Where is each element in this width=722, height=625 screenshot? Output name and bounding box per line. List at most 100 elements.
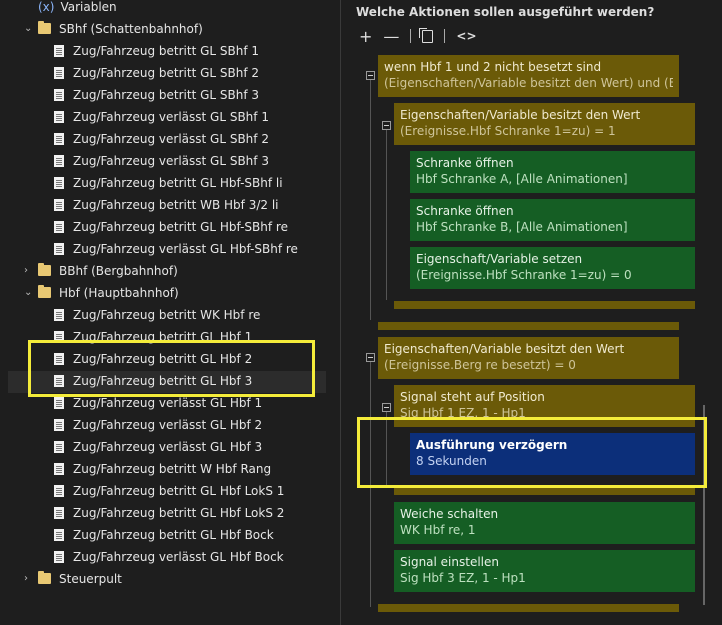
tree-item-label: Zug/Fahrzeug verlässt GL Hbf 1	[73, 396, 263, 410]
document-icon	[54, 199, 64, 211]
tree-item-trigger[interactable]: Zug/Fahrzeug betritt GL SBhf 3	[54, 84, 259, 106]
group-end-bar	[394, 487, 695, 495]
tree-item-label: Zug/Fahrzeug betritt W Hbf Rang	[73, 462, 272, 476]
group-end-bar	[378, 322, 679, 330]
tree-connector-line	[370, 80, 371, 320]
tree-item-trigger[interactable]: Zug/Fahrzeug verlässt GL Hbf-SBhf re	[54, 238, 298, 260]
tree-folder[interactable]: ⌄ Hbf (Hauptbahnhof)	[24, 282, 179, 304]
action-title: Eigenschaft/Variable setzen	[416, 252, 583, 266]
tree-item-trigger[interactable]: Zug/Fahrzeug betritt WK Hbf re	[54, 304, 260, 326]
tree-item-label: Zug/Fahrzeug betritt WK Hbf re	[73, 308, 261, 322]
tree-item-trigger[interactable]: Zug/Fahrzeug betritt GL Hbf Bock	[54, 524, 274, 546]
tree-folder[interactable]: › BBhf (Bergbahnhof)	[24, 260, 178, 282]
collapse-toggle-icon[interactable]	[366, 353, 375, 362]
tree-item-trigger[interactable]: Zug/Fahrzeug betritt GL Hbf LokS 2	[54, 502, 284, 524]
remove-action-button[interactable]: —	[383, 27, 399, 46]
group-end-bar	[378, 604, 679, 612]
action-condition-berg[interactable]: Eigenschaften/Variable besitzt den Wert …	[378, 337, 679, 379]
tree-item-label: Zug/Fahrzeug betritt GL SBhf 1	[73, 44, 260, 58]
tree-item-label: Zug/Fahrzeug verlässt GL SBhf 2	[73, 132, 269, 146]
action-set-signal[interactable]: Signal einstellen Sig Hbf 3 EZ, 1 - Hp1	[394, 550, 695, 592]
action-switch-turnout[interactable]: Weiche schalten WK Hbf re, 1	[394, 502, 695, 544]
tree-item-label: Zug/Fahrzeug verlässt GL Hbf 3	[73, 440, 263, 454]
tree-item-trigger[interactable]: Zug/Fahrzeug betritt GL Hbf LokS 1	[54, 480, 284, 502]
document-icon	[54, 221, 64, 233]
action-detail: (Ereignisse.Hbf Schranke 1=zu) = 1	[400, 124, 616, 138]
tree-item-label: Zug/Fahrzeug betritt GL SBhf 2	[73, 66, 260, 80]
chevron-right-icon[interactable]: ›	[24, 568, 34, 590]
chevron-down-icon[interactable]: ⌄	[24, 282, 34, 304]
tree-item-trigger[interactable]: Zug/Fahrzeug verlässt GL SBhf 2	[54, 128, 269, 150]
trigger-tree-panel: (x) Variablen ⌄ SBhf (Schattenbahnhof) Zug/…	[0, 0, 336, 625]
tree-item-trigger[interactable]: Zug/Fahrzeug betritt GL Hbf-SBhf re	[54, 216, 288, 238]
tree-item-label: Zug/Fahrzeug verlässt GL SBhf 1	[73, 110, 269, 124]
document-icon	[54, 507, 64, 519]
document-icon	[54, 463, 64, 475]
document-icon	[54, 67, 64, 79]
action-detail: Sig Hbf 3 EZ, 1 - Hp1	[400, 571, 526, 585]
document-icon	[54, 155, 64, 167]
action-condition-schranke[interactable]: Eigenschaften/Variable besitzt den Wert …	[394, 103, 695, 145]
document-icon	[54, 529, 64, 541]
collapse-toggle-icon[interactable]	[382, 403, 391, 412]
highlight-box-delay	[357, 417, 707, 488]
collapse-toggle-icon[interactable]	[366, 71, 375, 80]
action-title: Eigenschaften/Variable besitzt den Wert	[384, 342, 625, 356]
tree-item-trigger[interactable]: Zug/Fahrzeug verlässt GL Hbf 2	[54, 414, 262, 436]
document-icon	[54, 243, 64, 255]
action-detail: (Ereignisse.Hbf Schranke 1=zu) = 0	[416, 268, 632, 282]
tree-folder[interactable]: ⌄ SBhf (Schattenbahnhof)	[24, 18, 203, 40]
add-action-button[interactable]: +	[359, 27, 372, 46]
action-detail: (Eigenschaften/Variable besitzt den Wert…	[384, 76, 673, 90]
document-icon	[54, 89, 64, 101]
action-open-barrier-a[interactable]: Schranke öffnen Hbf Schranke A, [Alle An…	[410, 151, 695, 193]
tree-item-label: Zug/Fahrzeug verlässt GL Hbf-SBhf re	[73, 242, 298, 256]
tree-item-trigger[interactable]: Zug/Fahrzeug betritt GL SBhf 1	[54, 40, 259, 62]
document-icon	[54, 441, 64, 453]
actions-panel: Welche Aktionen sollen ausgeführt werden…	[341, 0, 722, 625]
tree-item-label: Zug/Fahrzeug verlässt GL Hbf 2	[73, 418, 263, 432]
tree-folder[interactable]: › Steuerpult	[24, 568, 122, 590]
document-icon	[54, 133, 64, 145]
document-icon	[54, 45, 64, 57]
tree-item-trigger[interactable]: Zug/Fahrzeug verlässt GL SBhf 3	[54, 150, 269, 172]
document-icon	[54, 419, 64, 431]
folder-icon	[38, 263, 51, 276]
tree-item-trigger[interactable]: Zug/Fahrzeug betritt WB Hbf 3/2 li	[54, 194, 278, 216]
folder-icon	[38, 571, 51, 584]
copy-icon[interactable]	[419, 27, 434, 43]
folder-icon	[38, 285, 51, 298]
tree-item-label: Zug/Fahrzeug betritt GL Hbf-SBhf li	[73, 176, 283, 190]
tree-item-trigger[interactable]: Zug/Fahrzeug betritt GL Hbf-SBhf li	[54, 172, 283, 194]
action-open-barrier-b[interactable]: Schranke öffnen Hbf Schranke B, [Alle An…	[410, 199, 695, 241]
code-view-button[interactable]: <>	[456, 29, 476, 43]
action-detail: WK Hbf re, 1	[400, 523, 476, 537]
action-set-variable[interactable]: Eigenschaft/Variable setzen (Ereignisse.…	[410, 247, 695, 289]
document-icon	[54, 177, 64, 189]
tree-item-trigger[interactable]: Zug/Fahrzeug betritt W Hbf Rang	[54, 458, 271, 480]
folder-icon	[38, 21, 51, 34]
document-icon	[54, 551, 64, 563]
document-icon	[54, 111, 64, 123]
tree-item-trigger[interactable]: Zug/Fahrzeug verlässt GL Hbf Bock	[54, 546, 284, 568]
action-if-hbf-free[interactable]: wenn Hbf 1 und 2 nicht besetzt sind (Eig…	[378, 55, 679, 97]
tree-item-trigger[interactable]: Zug/Fahrzeug verlässt GL Hbf 3	[54, 436, 262, 458]
action-title: Schranke öffnen	[416, 156, 514, 170]
toolbar-separator	[410, 29, 412, 43]
toolbar-separator	[444, 29, 446, 43]
tree-item-label: Zug/Fahrzeug betritt GL SBhf 3	[73, 88, 260, 102]
tree-item-label: Zug/Fahrzeug betritt GL Hbf Bock	[73, 528, 274, 542]
tree-item-trigger[interactable]: Zug/Fahrzeug betritt GL SBhf 2	[54, 62, 259, 84]
collapse-toggle-icon[interactable]	[382, 121, 391, 130]
action-detail: Hbf Schranke B, [Alle Animationen]	[416, 220, 628, 234]
tree-item-label: Hbf (Hauptbahnhof)	[59, 286, 179, 300]
chevron-down-icon[interactable]: ⌄	[24, 18, 34, 40]
actions-title: Welche Aktionen sollen ausgeführt werden…	[356, 5, 655, 19]
tree-item-label: Zug/Fahrzeug betritt GL Hbf LokS 2	[73, 506, 285, 520]
tree-item-label: BBhf (Bergbahnhof)	[59, 264, 178, 278]
action-title: Weiche schalten	[400, 507, 499, 521]
tree-item-trigger[interactable]: Zug/Fahrzeug verlässt GL SBhf 1	[54, 106, 269, 128]
chevron-right-icon[interactable]: ›	[24, 260, 34, 282]
tree-item-variables[interactable]: (x) Variablen	[38, 0, 117, 18]
variable-icon: (x)	[38, 0, 55, 14]
